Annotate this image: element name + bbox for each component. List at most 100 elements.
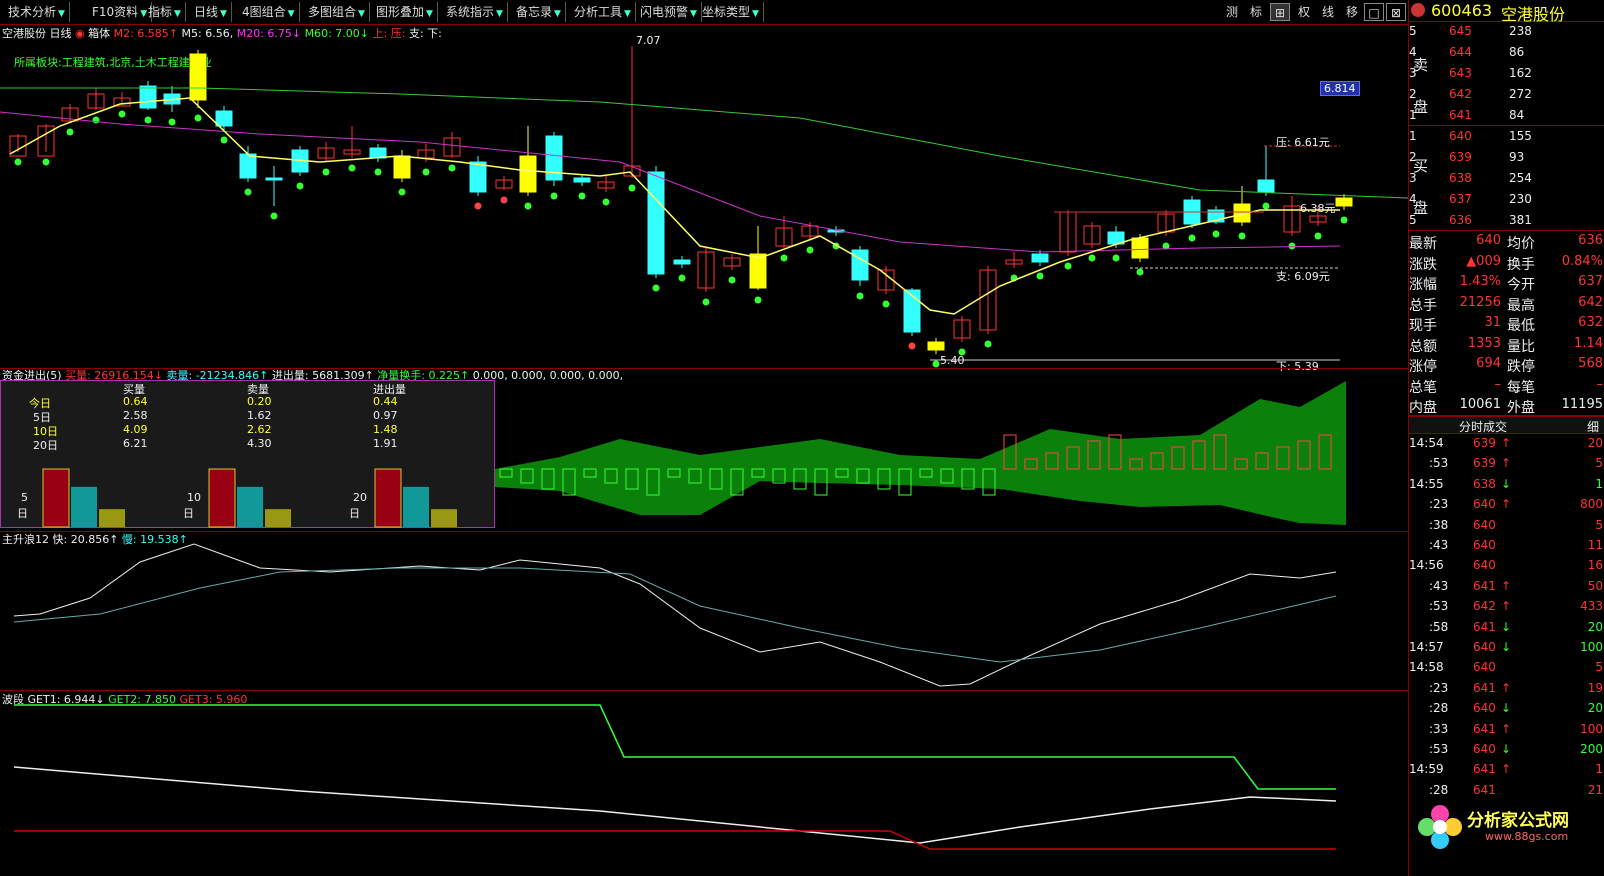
- signal-dot: [322, 168, 330, 176]
- candle-body: [393, 155, 411, 179]
- high-label: 7.07: [636, 34, 661, 47]
- band-pane[interactable]: 波段 GET1: 6.944↓ GET2: 7.850 GET3: 5.960: [0, 691, 1408, 876]
- signal-dot: [780, 254, 788, 262]
- crosshair-icon[interactable]: ⊞: [1270, 3, 1290, 21]
- tick-time: :28: [1429, 782, 1449, 797]
- menu-indicator[interactable]: 指标 ▼: [144, 2, 186, 22]
- wave-chart: [13, 543, 1337, 687]
- fund-row-sell: 4.30: [247, 437, 272, 450]
- tick-volume: 50: [1587, 578, 1603, 593]
- signal-dot: [66, 128, 74, 136]
- stat-label: 现手: [1409, 318, 1437, 334]
- fund-summary-box: 买量 卖量 进出量 今日 0.64 0.20 0.44 5日 2.58 1.62 0.97 10…: [0, 380, 495, 528]
- candle-body: [1031, 253, 1049, 263]
- tick-volume: 5: [1595, 517, 1603, 532]
- order-price: 638: [1449, 171, 1472, 185]
- order-row: 1 640 155: [1409, 127, 1604, 148]
- signal-dot: [474, 202, 482, 210]
- wave-pane[interactable]: 主升浪12 快: 20.856↑ 慢: 19.538↑: [0, 532, 1408, 690]
- menu-label: 4图组合: [242, 5, 286, 19]
- fund-bar: [431, 509, 457, 527]
- order-level: 5: [1409, 213, 1417, 227]
- signal-dot: [1314, 232, 1322, 240]
- close-icon[interactable]: ⊠: [1386, 3, 1406, 21]
- tick-volume: 5: [1595, 456, 1603, 471]
- line-button[interactable]: 线: [1318, 3, 1338, 21]
- menu-f10[interactable]: F10资料 ▼: [88, 2, 153, 22]
- move-button[interactable]: 移: [1342, 3, 1362, 21]
- menu-overlay[interactable]: 图形叠加 ▼: [372, 2, 438, 22]
- menu-label: 系统指示: [446, 5, 495, 19]
- signal-dot: [220, 136, 228, 144]
- tick-dir: ↑: [1501, 436, 1512, 450]
- stat-value: 632: [1578, 315, 1603, 330]
- signal-dot: [348, 164, 356, 172]
- measure-button[interactable]: 测: [1222, 3, 1242, 21]
- menu-tech-analysis[interactable]: 技术分析 ▼: [4, 2, 70, 22]
- band-header: 波段 GET1: 6.944↓ GET2: 7.850 GET3: 5.960: [2, 691, 247, 707]
- menu-memo[interactable]: 备忘录 ▼: [512, 2, 566, 22]
- mark-button[interactable]: 标: [1246, 3, 1266, 21]
- signal-dot: [578, 192, 586, 200]
- menu-system[interactable]: 系统指示 ▼: [442, 2, 508, 22]
- logo-icon: [1411, 3, 1425, 17]
- menu-axis-type[interactable]: 坐标类型 ▼: [698, 2, 764, 22]
- candle-body: [851, 249, 869, 281]
- signal-dot: [652, 284, 660, 292]
- ticks-detail-button[interactable]: 细: [1587, 418, 1599, 435]
- menu-alert[interactable]: 闪电预警 ▼: [636, 2, 702, 22]
- order-price: 644: [1449, 45, 1472, 59]
- order-level: 5: [1409, 24, 1417, 38]
- tick-price: 641: [1473, 680, 1496, 695]
- fund-row-net: 0.44: [373, 395, 398, 408]
- band-get3: GET3: 5.960: [179, 693, 248, 706]
- tick-price: 640: [1473, 660, 1496, 675]
- order-volume: 84: [1509, 108, 1525, 122]
- candle-body: [189, 53, 207, 101]
- candle-body: [647, 171, 665, 275]
- stat-label: 总额: [1409, 338, 1437, 355]
- menu-daily[interactable]: 日线 ▼: [190, 2, 232, 22]
- fund-bar: [99, 509, 125, 527]
- brand-url: www.88gs.com: [1485, 830, 1569, 843]
- signal-dot: [602, 198, 610, 206]
- tick-price: 639: [1473, 456, 1496, 471]
- dropdown-icon: ▼: [624, 9, 631, 19]
- wave-fast-line: [13, 543, 1337, 687]
- order-level: 4: [1409, 45, 1417, 59]
- order-row: 4 637 230: [1409, 190, 1604, 211]
- tick-price: 640: [1473, 701, 1496, 716]
- order-volume: 155: [1509, 129, 1532, 143]
- stat-value: 640: [1476, 233, 1501, 248]
- order-level: 4: [1409, 192, 1417, 206]
- order-row: 3 638 254: [1409, 169, 1604, 190]
- tick-time: 14:56: [1409, 558, 1444, 573]
- menu-analysis-tools[interactable]: 分析工具 ▼: [570, 2, 636, 22]
- tick-time: :28: [1429, 701, 1449, 716]
- menu-4chart[interactable]: 4图组合 ▼: [238, 2, 300, 22]
- ma60-line: [0, 87, 1408, 199]
- rights-button[interactable]: 权: [1294, 3, 1314, 21]
- kline-pane[interactable]: 空港股份 日线 ◉ 箱体 M2: 6.585↑ M5: 6.56, M20: 6…: [0, 26, 1408, 373]
- wave-fast: 快: 20.856↑: [52, 533, 119, 546]
- signal-dot: [1088, 254, 1096, 262]
- tick-dir: ↑: [1501, 456, 1512, 471]
- menu-multichart[interactable]: 多图组合 ▼: [304, 2, 370, 22]
- order-price: 636: [1449, 213, 1472, 227]
- signal-dot: [1340, 216, 1348, 224]
- fund-area: [495, 381, 1346, 525]
- tick-row: 14:56 640 16: [1409, 556, 1604, 577]
- window-icon[interactable]: □: [1364, 3, 1384, 21]
- tick-time: :23: [1429, 497, 1449, 512]
- fund-row-buy: 4.09: [123, 423, 148, 436]
- fund-bar: [403, 486, 429, 527]
- tick-volume: 19: [1587, 680, 1603, 695]
- stat-row: 最新 640 均价 636: [1409, 231, 1604, 252]
- tick-price: 640: [1473, 497, 1496, 512]
- order-volume: 272: [1509, 87, 1532, 101]
- tick-volume: 800: [1580, 497, 1603, 512]
- fund-row-buy: 0.64: [123, 395, 148, 408]
- signal-dot: [144, 116, 152, 124]
- signal-dot: [244, 188, 252, 196]
- candle-body: [469, 161, 487, 193]
